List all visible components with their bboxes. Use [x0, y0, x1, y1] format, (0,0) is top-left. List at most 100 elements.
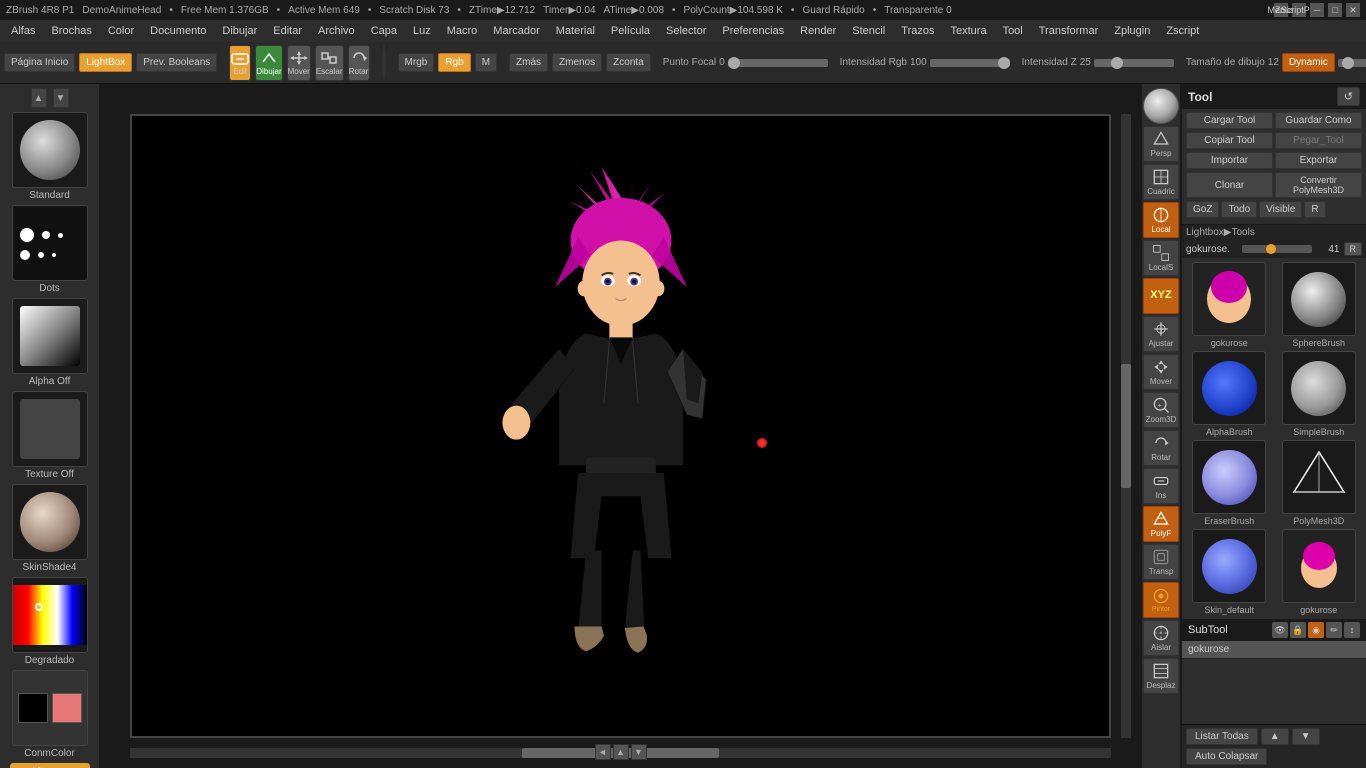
zmas-btn[interactable]: Zmás	[509, 53, 548, 72]
zoom3d-btn[interactable]: + Zoom3D	[1143, 392, 1179, 428]
mover-view-btn[interactable]: Mover	[1143, 354, 1179, 390]
tool-thumb-alphabrush[interactable]: AlphaBrush	[1186, 351, 1273, 437]
menu-dibujar[interactable]: Dibujar	[215, 23, 264, 39]
cuadric-btn[interactable]: Cuadric	[1143, 164, 1179, 200]
menu-stencil[interactable]: Stencil	[845, 23, 892, 39]
menu-pelicula[interactable]: Película	[604, 23, 657, 39]
r-main-btn[interactable]: R	[1304, 201, 1325, 218]
prev-booleans-btn[interactable]: Prev. Booleans	[136, 53, 217, 72]
tool-thumb-eraserbrush[interactable]: EraserBrush	[1186, 440, 1273, 526]
lightbox-btn[interactable]: LightBox	[79, 53, 132, 72]
cargar-tool-btn[interactable]: Cargar Tool	[1186, 112, 1273, 129]
edit-btn[interactable]: Edit	[229, 45, 251, 81]
desplaz-btn[interactable]: Desplaz	[1143, 658, 1179, 694]
left-nav-down[interactable]: ▼	[53, 88, 69, 108]
zscript-btn[interactable]: ZScriptPred	[1292, 3, 1306, 17]
zmenos-btn[interactable]: Zmenos	[552, 53, 602, 72]
tool-thumb-simplebrush[interactable]: SimpleBrush	[1276, 351, 1363, 437]
convertir-btn[interactable]: Convertir PolyMesh3D	[1275, 172, 1362, 198]
menu-zscript[interactable]: Zscript	[1159, 23, 1206, 39]
subtool-color-icon[interactable]: ◉	[1308, 622, 1324, 638]
canvas-nav-up[interactable]: ▲	[613, 744, 629, 760]
list-down-btn[interactable]: ▼	[1292, 728, 1320, 745]
mrgb-btn[interactable]: Mrgb	[398, 53, 435, 72]
zconta-btn[interactable]: Zconta	[606, 53, 651, 72]
bpr-sphere[interactable]	[1143, 88, 1179, 124]
subtool-pencil-icon[interactable]: ✏	[1326, 622, 1342, 638]
menu-trazos[interactable]: Trazos	[894, 23, 941, 39]
page-inicio-btn[interactable]: Página Inicio	[4, 53, 75, 72]
tool-thumb-spherebrush[interactable]: SphereBrush	[1276, 262, 1363, 348]
gokurose-slider[interactable]	[1242, 245, 1312, 253]
xyz-btn[interactable]: XYZ	[1143, 278, 1179, 314]
auto-colapsar-btn[interactable]: Auto Colapsar	[1186, 748, 1267, 765]
subtool-gokurose-item[interactable]: gokurose	[1182, 641, 1366, 659]
list-up-btn[interactable]: ▲	[1261, 728, 1289, 745]
color-picker-btn[interactable]	[382, 45, 386, 81]
degradado-item[interactable]: Degradado	[5, 577, 95, 666]
alternar-btn[interactable]: Alternar	[10, 763, 90, 768]
menu-macro[interactable]: Macro	[440, 23, 485, 39]
aislar-btn[interactable]: Aislar	[1143, 620, 1179, 656]
canvas-scrollbar-v[interactable]	[1121, 114, 1131, 738]
skinshade-item[interactable]: SkinShade4	[5, 484, 95, 573]
copiar-tool-btn[interactable]: Copiar Tool	[1186, 132, 1273, 149]
punto-focal-slider[interactable]	[728, 59, 828, 67]
persp-btn[interactable]: Persp	[1143, 126, 1179, 162]
pintor-btn[interactable]: Pintor	[1143, 582, 1179, 618]
pegar-btn[interactable]: Pegar_Tool	[1275, 132, 1362, 149]
listar-todas-btn[interactable]: Listar Todas	[1186, 728, 1258, 745]
transp-btn[interactable]: Transp	[1143, 544, 1179, 580]
menu-zplugin[interactable]: Zplugin	[1107, 23, 1157, 39]
intensidad-rgb-slider[interactable]	[930, 59, 1010, 67]
gokurose-r-btn[interactable]: R	[1344, 242, 1363, 256]
intensidad-z-slider[interactable]	[1094, 59, 1174, 67]
menu-render[interactable]: Render	[793, 23, 843, 39]
menu-color[interactable]: Color	[101, 23, 141, 39]
local-btn[interactable]: Local	[1143, 202, 1179, 238]
maximize-btn[interactable]: □	[1328, 3, 1342, 17]
dots-item[interactable]: Dots	[5, 205, 95, 294]
subtool-lock-icon[interactable]: 🔒	[1290, 622, 1306, 638]
menu-preferencias[interactable]: Preferencias	[715, 23, 791, 39]
canvas-area[interactable]: ◄ ▲ ▼	[100, 84, 1141, 768]
menu-material[interactable]: Material	[549, 23, 602, 39]
scrollbar-thumb-v[interactable]	[1121, 364, 1131, 489]
polyf-btn[interactable]: PolyF	[1143, 506, 1179, 542]
ins-btn[interactable]: Ins	[1143, 468, 1179, 504]
texture-off-item[interactable]: Texture Off	[5, 391, 95, 480]
dibujar-btn[interactable]: Dibujar	[255, 45, 282, 81]
guardar-btn[interactable]: Guardar Como	[1275, 112, 1362, 129]
subtool-eye-icon[interactable]: 👁	[1272, 622, 1288, 638]
alpha-off-item[interactable]: Alpha Off	[5, 298, 95, 387]
canvas-nav-down[interactable]: ▼	[631, 744, 647, 760]
tool-thumb-polymesh3d[interactable]: PolyMesh3D	[1276, 440, 1363, 526]
panel-refresh-btn[interactable]: ↺	[1337, 87, 1360, 106]
subtool-move-icon[interactable]: ↕	[1344, 622, 1360, 638]
clonar-btn[interactable]: Clonar	[1186, 172, 1273, 198]
m-btn[interactable]: M	[475, 53, 497, 72]
conncolor-item[interactable]: ConmColor	[5, 670, 95, 759]
left-nav-up[interactable]: ▲	[31, 88, 47, 108]
escalar-btn[interactable]: Escalar	[315, 45, 344, 81]
tamano-slider[interactable]	[1338, 59, 1366, 67]
menu-brochas[interactable]: Brochas	[44, 23, 98, 39]
menu-luz[interactable]: Luz	[406, 23, 438, 39]
locals-btn[interactable]: LocalS	[1143, 240, 1179, 276]
tool-thumb-gokurose[interactable]: gokurose	[1186, 262, 1273, 348]
menu-alfas[interactable]: Alfas	[4, 23, 42, 39]
standard-brush-item[interactable]: Standard	[5, 112, 95, 201]
goz-btn[interactable]: GoZ	[1186, 201, 1219, 218]
canvas-nav-left[interactable]: ◄	[595, 744, 611, 760]
menu-capa[interactable]: Capa	[364, 23, 404, 39]
menu-archivo[interactable]: Archivo	[311, 23, 362, 39]
minimize-btn[interactable]: ─	[1310, 3, 1324, 17]
menu-textura[interactable]: Textura	[943, 23, 993, 39]
rgb-btn[interactable]: Rgb	[438, 53, 470, 72]
todo-btn[interactable]: Todo	[1221, 201, 1257, 218]
tool-thumb-gokurose2[interactable]: gokurose	[1276, 529, 1363, 615]
ajustar-btn[interactable]: Ajustar	[1143, 316, 1179, 352]
tool-thumb-skindefault[interactable]: Skin_default	[1186, 529, 1273, 615]
importar-btn[interactable]: Importar	[1186, 152, 1273, 169]
menu-selector[interactable]: Selector	[659, 23, 713, 39]
